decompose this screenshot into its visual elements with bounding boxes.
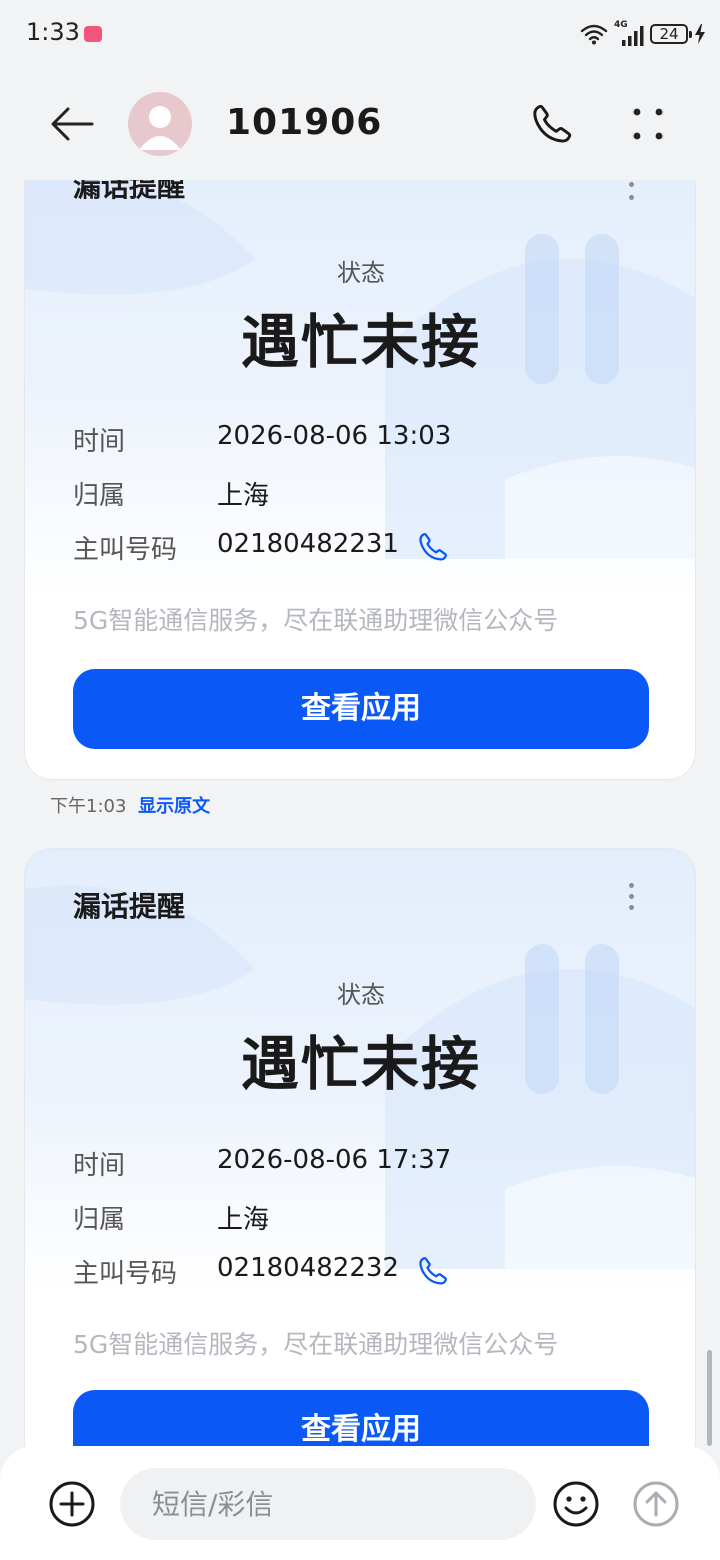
battery-indicator: 24 [650, 24, 692, 44]
promo-text: 5G智能通信服务，尽在联通助理微信公众号 [73, 1330, 559, 1359]
info-key: 主叫号码 [73, 1259, 178, 1289]
phone-icon[interactable] [417, 1255, 449, 1287]
emoji-button[interactable] [552, 1480, 600, 1528]
info-key: 时间 [73, 1151, 126, 1181]
view-app-button[interactable]: 查看应用 [73, 669, 649, 749]
caller-number-link[interactable]: 02180482231 [217, 529, 399, 559]
info-value: 2026-08-06 17:37 [217, 1145, 452, 1175]
send-arrow-icon [633, 1481, 679, 1527]
send-button[interactable] [632, 1480, 680, 1528]
wifi-icon [580, 24, 608, 45]
info-key: 归属 [73, 1205, 126, 1235]
status-value: 遇忙未接 [240, 308, 481, 376]
emoji-icon [553, 1481, 599, 1527]
add-attachment-button[interactable] [48, 1480, 96, 1528]
card-title: 漏话提醒 [73, 890, 186, 923]
signal-bars-icon [622, 26, 644, 46]
info-key: 归属 [73, 481, 126, 511]
compose-bar [0, 1446, 720, 1560]
avatar-person-icon [139, 106, 181, 150]
info-value: 2026-08-06 13:03 [217, 421, 452, 451]
phone-icon[interactable] [417, 531, 449, 563]
call-button[interactable] [526, 98, 578, 150]
caller-number-link[interactable]: 02180482232 [217, 1253, 399, 1283]
scrollbar-thumb[interactable] [707, 1350, 712, 1446]
status-bar: 1:33 4G 24 [0, 0, 720, 68]
info-key: 主叫号码 [73, 535, 178, 565]
missed-call-card: 漏话提醒 状态 遇忙未接 时间 2026-08-06 13:03 归属 上海 主… [24, 138, 696, 780]
info-row-location: 归属 上海 [73, 475, 653, 511]
notification-app-icon [84, 26, 102, 42]
more-dots-icon [633, 108, 663, 140]
info-key: 时间 [73, 427, 126, 457]
status-icons: 4G 24 [580, 20, 706, 48]
promo-text: 5G智能通信服务，尽在联通助理微信公众号 [73, 606, 559, 635]
charging-bolt-icon [695, 24, 705, 44]
more-options-button[interactable] [624, 98, 672, 150]
info-row-caller: 主叫号码 02180482231 [73, 529, 653, 565]
status-label: 状态 [337, 259, 385, 287]
info-value: 上海 [217, 1205, 270, 1235]
back-arrow-icon [51, 107, 94, 141]
conversation-header: 101906 [0, 68, 720, 180]
back-button[interactable] [46, 98, 98, 150]
status-label: 状态 [337, 981, 385, 1009]
info-row-caller: 主叫号码 02180482232 [73, 1253, 653, 1289]
missed-call-card: 漏话提醒 状态 遇忙未接 时间 2026-08-06 17:37 归属 上海 主… [24, 848, 696, 1468]
cellular-signal: 4G [614, 20, 644, 46]
status-time: 1:33 [26, 18, 80, 46]
message-time: 下午1:03 [50, 796, 127, 817]
info-row-time: 时间 2026-08-06 13:03 [73, 421, 653, 457]
kebab-menu-icon[interactable] [621, 877, 641, 917]
message-input[interactable] [120, 1468, 536, 1540]
info-row-location: 归属 上海 [73, 1199, 653, 1235]
info-row-time: 时间 2026-08-06 17:37 [73, 1145, 653, 1181]
avatar[interactable] [128, 92, 192, 156]
info-value: 上海 [217, 481, 270, 511]
message-meta: 下午1:03 显示原文 [50, 792, 210, 818]
show-original-link[interactable]: 显示原文 [138, 796, 210, 817]
plus-circle-icon [49, 1481, 95, 1527]
contact-title: 101906 [226, 102, 383, 143]
phone-icon [533, 104, 572, 143]
status-value: 遇忙未接 [240, 1030, 481, 1098]
battery-level: 24 [659, 25, 679, 43]
